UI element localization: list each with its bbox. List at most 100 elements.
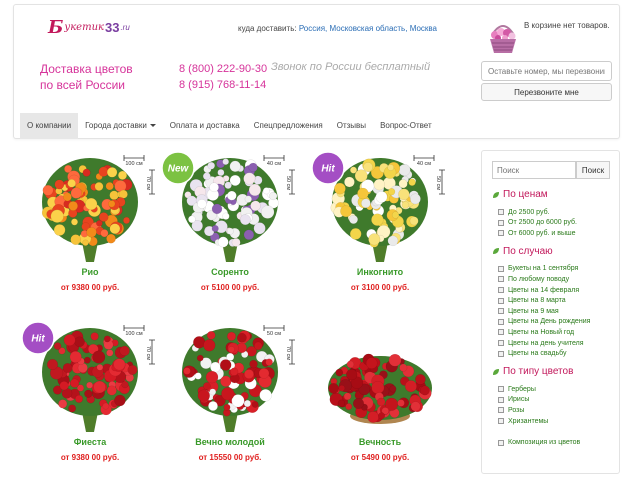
filter-option[interactable]: От 6000 руб. и выше [498, 228, 576, 238]
product-name[interactable]: Инкогнито [310, 267, 450, 277]
badge-label: Hit [31, 334, 45, 345]
tagline: Доставка цветов по всей России [40, 62, 133, 92]
product-card[interactable]: 100 см 70 см Рио от 9380 00 руб. [20, 150, 160, 315]
height-label: 50 см [435, 176, 441, 190]
filter-option[interactable]: Композиция из цветов [498, 438, 580, 448]
height-label: 70 см [145, 176, 151, 190]
filter-option[interactable]: Герберы [498, 384, 536, 394]
product-card[interactable]: 40 см 50 см Hit Инкогнито от 3100 00 руб. [310, 150, 450, 315]
product-name[interactable]: Рио [20, 267, 160, 277]
nav-faq[interactable]: Вопрос-Ответ [373, 113, 439, 139]
product-name[interactable]: Вечно молодой [160, 437, 300, 447]
product-price: от 9380 00 руб. [60, 453, 120, 462]
leaf-icon [493, 191, 499, 198]
location-link-moscow-region[interactable]: Московская область, [330, 24, 408, 33]
checkbox[interactable] [498, 219, 504, 226]
product-card[interactable]: 100 см 70 см Hit Фиеста от 9380 00 руб. [20, 320, 160, 480]
bouquet-image[interactable] [310, 320, 450, 435]
filter-option[interactable]: Цветы на Новый год [498, 327, 574, 337]
delivery-location: куда доставить: Россия, Московская облас… [238, 24, 437, 33]
new-badge-icon: New [161, 151, 195, 185]
checkbox[interactable] [498, 396, 504, 403]
flower-basket-icon[interactable] [484, 15, 522, 55]
product-price: от 3100 00 руб. [350, 283, 410, 292]
checkbox[interactable] [498, 386, 504, 393]
checkbox[interactable] [498, 439, 504, 446]
product-card[interactable]: 40 см 50 см New Соренто от 5100 00 руб. [160, 150, 300, 315]
checkbox[interactable] [498, 329, 504, 336]
checkbox[interactable] [498, 418, 504, 424]
location-link-moscow[interactable]: Москва [410, 24, 437, 33]
nav-reviews[interactable]: Отзывы [330, 113, 373, 139]
badge-label: Hit [321, 164, 335, 175]
filter-section-price-title: По ценам [492, 189, 548, 200]
filter-option[interactable]: Цветы на 14 февраля [498, 285, 579, 295]
phone-primary[interactable]: 8 (800) 222-90-30 [179, 61, 267, 77]
checkbox[interactable] [498, 230, 504, 237]
delivery-label: куда доставить: [238, 24, 297, 33]
filter-option[interactable]: Цветы на 9 мая [498, 306, 559, 316]
product-price: от 15550 00 руб. [198, 453, 262, 462]
checkbox[interactable] [498, 308, 504, 315]
product-name[interactable]: Соренто [160, 267, 300, 277]
filter-option[interactable]: Цветы на День рождения [498, 317, 590, 327]
width-label: 40 см [267, 161, 281, 167]
checkbox[interactable] [498, 407, 504, 414]
filter-sidebar: Поиск По ценам До 2500 руб.От 2500 до 600… [481, 150, 620, 474]
bouquet-image[interactable]: 40 см 50 см Hit [310, 150, 450, 265]
bouquet-image[interactable]: 100 см 70 см Hit [20, 320, 160, 435]
filter-option[interactable]: Розы [498, 405, 524, 415]
checkbox[interactable] [498, 318, 504, 325]
bouquet-image[interactable]: 50 см 70 см [160, 320, 300, 435]
cart-status: В корзине нет товаров. [524, 21, 610, 30]
leaf-icon [493, 248, 499, 255]
checkbox[interactable] [498, 287, 504, 293]
product-name[interactable]: Фиеста [20, 437, 160, 447]
width-label: 40 см [417, 161, 431, 167]
hit-badge-icon: Hit [311, 151, 345, 185]
filter-option[interactable]: Букеты на 1 сентября [498, 264, 578, 274]
nav-payment-delivery[interactable]: Оплата и доставка [163, 113, 247, 139]
filter-option[interactable]: От 2500 до 6000 руб. [498, 218, 577, 228]
badge-label: New [168, 164, 190, 175]
main-nav: О компании Города доставки Оплата и дост… [20, 113, 439, 139]
site-header: Б укетик 33 .ru куда доставить: Россия, … [13, 4, 620, 139]
free-call-note: Звонок по России бесплатный [271, 61, 431, 73]
location-link-russia[interactable]: Россия, [299, 24, 327, 33]
filter-option[interactable]: Цветы на 8 марта [498, 296, 566, 306]
width-label: 100 см [125, 161, 142, 167]
filter-option[interactable]: До 2500 руб. [498, 207, 550, 217]
hit-badge-icon: Hit [21, 321, 55, 355]
phone-numbers: 8 (800) 222-90-30 8 (915) 768-11-14 [179, 61, 267, 93]
checkbox[interactable] [498, 297, 504, 304]
bouquet-image[interactable]: 40 см 50 см New [160, 150, 300, 265]
phone-secondary[interactable]: 8 (915) 768-11-14 [179, 77, 267, 93]
checkbox[interactable] [498, 350, 504, 357]
filter-section-occasion-title: По случаю [492, 246, 553, 257]
nav-about[interactable]: О компании [20, 113, 79, 139]
checkbox[interactable] [498, 340, 504, 346]
checkbox[interactable] [498, 276, 504, 283]
search-button[interactable]: Поиск [576, 161, 610, 179]
filter-option[interactable]: Цветы на день учителя [498, 338, 584, 348]
checkbox[interactable] [498, 265, 504, 272]
filter-option[interactable]: По любому поводу [498, 274, 569, 284]
nav-delivery-cities[interactable]: Города доставки [78, 113, 163, 139]
width-label: 100 см [125, 331, 142, 337]
product-card[interactable]: 50 см 70 см Вечно молодой от 15550 00 руб. [160, 320, 300, 480]
filter-option[interactable]: Ирисы [498, 395, 529, 405]
height-label: 70 см [285, 346, 291, 360]
nav-special-offers[interactable]: Спецпредложения [247, 113, 330, 139]
search-input[interactable] [492, 161, 576, 179]
bouquet-image[interactable]: 100 см 70 см [20, 150, 160, 265]
caret-down-icon [149, 124, 156, 128]
product-card[interactable]: Вечность от 5490 00 руб. [310, 320, 450, 480]
checkbox[interactable] [498, 209, 504, 215]
filter-option[interactable]: Хризантемы [498, 416, 548, 426]
filter-option[interactable]: Цветы на свадьбу [498, 349, 567, 359]
callback-button[interactable]: Перезвоните мне [481, 83, 612, 101]
site-logo[interactable]: Б укетик 33 .ru [48, 17, 130, 38]
callback-phone-input[interactable] [481, 61, 612, 81]
width-label: 50 см [267, 331, 281, 337]
product-name[interactable]: Вечность [310, 437, 450, 447]
